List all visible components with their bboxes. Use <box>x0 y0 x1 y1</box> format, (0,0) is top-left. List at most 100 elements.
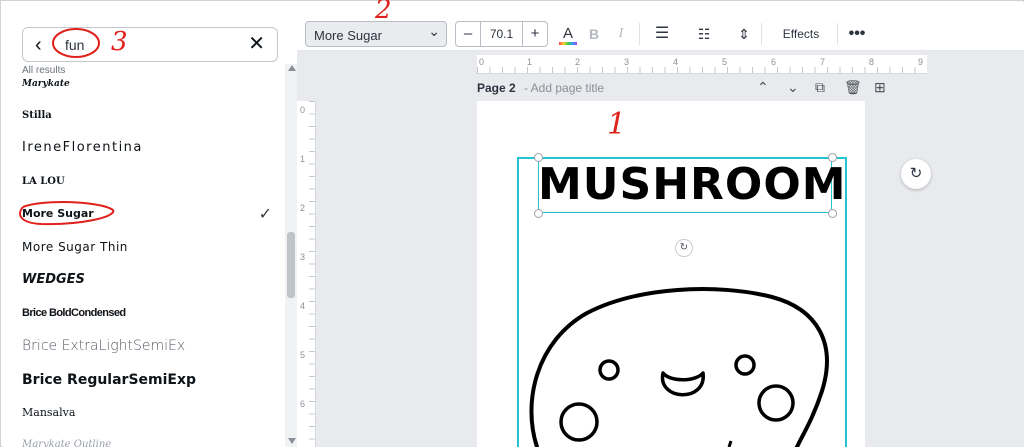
ruler-tick: 7 <box>820 57 826 67</box>
font-item-label: Mansalva <box>22 406 76 419</box>
canvas-text-element[interactable]: MUSHROOM <box>538 157 846 213</box>
font-family-label: More Sugar <box>314 28 382 43</box>
ruler-tick: 5 <box>722 57 728 67</box>
font-item-label: Marykate <box>22 79 70 89</box>
font-item[interactable]: Brice RegularSemiExp <box>22 368 202 392</box>
font-item[interactable]: Marykate Outline <box>22 433 272 447</box>
add-comment-icon[interactable]: ↻ <box>901 159 931 189</box>
app-window: ‹ fun ✕ All results Marykate Stilla Iren… <box>0 0 1024 447</box>
font-item[interactable]: Brice ExtraLightSemiEx <box>22 334 202 358</box>
add-page-icon[interactable]: ⊞ <box>874 79 886 96</box>
font-item[interactable]: Mansalva <box>22 401 272 425</box>
ruler-marks <box>309 101 315 447</box>
chevron-down-icon: ⌄ <box>428 23 440 39</box>
top-ruler: 0 1 2 3 4 5 6 7 8 9 <box>477 55 927 74</box>
text-toolbar: More Sugar ⌄ – 70.1 + A B I ☰ ☷ ⇕ Effect… <box>297 2 1024 51</box>
font-search-box[interactable]: ‹ fun ✕ <box>22 27 278 62</box>
ruler-tick: 6 <box>771 57 777 67</box>
text-color-button[interactable]: A <box>559 21 577 47</box>
font-item[interactable]: More Sugar Thin <box>22 235 272 259</box>
smile <box>660 371 705 397</box>
font-item[interactable]: LA LOU <box>22 170 272 194</box>
more-options-icon[interactable]: ••• <box>847 21 867 47</box>
resize-handle[interactable] <box>534 209 543 218</box>
ruler-tick: 2 <box>300 203 306 213</box>
increase-size-button[interactable]: + <box>522 22 547 46</box>
ruler-tick: 3 <box>300 252 306 262</box>
font-item-label: Marykate Outline <box>22 439 112 447</box>
font-item[interactable]: Marykate <box>22 72 272 96</box>
effects-button[interactable]: Effects <box>769 21 833 47</box>
mushroom-drawing[interactable] <box>517 231 847 447</box>
scroll-thumb[interactable] <box>287 232 295 298</box>
design-page[interactable]: MUSHROOM ↻ <box>477 101 865 447</box>
add-page-title-link[interactable]: - Add page title <box>524 81 604 95</box>
annotation-number-1: 1 <box>607 107 627 142</box>
align-center-icon[interactable]: ☰ <box>653 21 671 47</box>
bold-button[interactable]: B <box>587 21 601 47</box>
ruler-tick: 2 <box>575 57 581 67</box>
left-eye <box>598 359 620 381</box>
text-color-icon: A <box>562 25 573 42</box>
ruler-tick: 4 <box>673 57 679 67</box>
resize-handle[interactable] <box>828 153 837 162</box>
trash-icon[interactable]: 🗑 <box>844 79 862 96</box>
search-input[interactable]: fun <box>65 37 84 53</box>
ruler-marks <box>477 67 927 73</box>
ruler-tick: 1 <box>527 57 533 67</box>
font-item-label: IreneFlorentina <box>22 140 143 155</box>
scroll-up-arrow-icon[interactable] <box>288 65 296 71</box>
ruler-tick: 8 <box>869 57 875 67</box>
left-cheek <box>559 402 599 442</box>
duplicate-page-icon[interactable]: ⧉ <box>815 79 825 96</box>
right-cheek <box>757 384 795 422</box>
font-item[interactable]: WEDGES <box>22 268 272 292</box>
ruler-tick: 3 <box>624 57 630 67</box>
font-item-label: Brice BoldCondensed <box>22 307 126 319</box>
chevron-up-icon[interactable]: ⌃ <box>757 79 769 96</box>
color-swatch <box>559 42 577 45</box>
font-item-label: WEDGES <box>22 272 85 287</box>
resize-handle[interactable] <box>534 153 543 162</box>
annotation-number-3: 3 <box>111 27 128 57</box>
font-item-selected[interactable]: More Sugar ✓ <box>22 202 272 226</box>
font-item[interactable]: Stilla <box>22 104 272 128</box>
font-size-input[interactable]: 70.1 <box>480 22 523 46</box>
toolbar-divider <box>639 23 640 45</box>
left-ruler: 0 1 2 3 4 5 6 <box>297 101 316 447</box>
toolbar-divider <box>837 23 838 45</box>
font-item-label: LA LOU <box>22 176 65 187</box>
italic-button[interactable]: I <box>614 21 628 47</box>
page-title: Page 2 <box>477 81 516 95</box>
font-item-label: Brice ExtraLightSemiEx <box>22 338 186 354</box>
stem-line <box>727 440 733 447</box>
right-eye <box>734 354 756 376</box>
font-item-label: More Sugar Thin <box>22 240 128 254</box>
page-header: Page 2 - Add page title ⌃ ⌄ ⧉ 🗑 ⊞ <box>477 79 897 97</box>
annotation-number-2: 2 <box>375 0 392 25</box>
ruler-tick: 6 <box>300 399 306 409</box>
font-list: Marykate Stilla IreneFlorentina LA LOU M… <box>2 77 285 447</box>
checkmark-icon: ✓ <box>258 204 272 223</box>
mushroom-cap-outline <box>529 287 829 447</box>
font-item-label: More Sugar <box>22 207 94 220</box>
close-icon[interactable]: ✕ <box>248 33 265 55</box>
ruler-tick: 0 <box>479 57 485 67</box>
bullet-list-icon[interactable]: ☷ <box>695 21 713 47</box>
ruler-tick: 0 <box>300 105 306 115</box>
decrease-size-button[interactable]: – <box>456 22 481 46</box>
font-list-scrollbar[interactable] <box>285 64 297 447</box>
font-item[interactable]: Brice BoldCondensed <box>22 301 272 325</box>
font-panel: ‹ fun ✕ All results Marykate Stilla Iren… <box>2 2 298 447</box>
font-item[interactable]: IreneFlorentina <box>22 136 272 160</box>
ruler-tick: 5 <box>300 350 306 360</box>
font-size-control: – 70.1 + <box>455 21 548 47</box>
chevron-left-icon[interactable]: ‹ <box>35 35 42 55</box>
chevron-down-icon[interactable]: ⌄ <box>787 79 799 96</box>
font-item-label: Stilla <box>22 110 52 121</box>
ruler-tick: 1 <box>300 154 306 164</box>
resize-handle[interactable] <box>828 209 837 218</box>
scroll-down-arrow-icon[interactable] <box>288 438 296 444</box>
ruler-tick: 4 <box>300 301 306 311</box>
line-spacing-icon[interactable]: ⇕ <box>735 21 753 47</box>
